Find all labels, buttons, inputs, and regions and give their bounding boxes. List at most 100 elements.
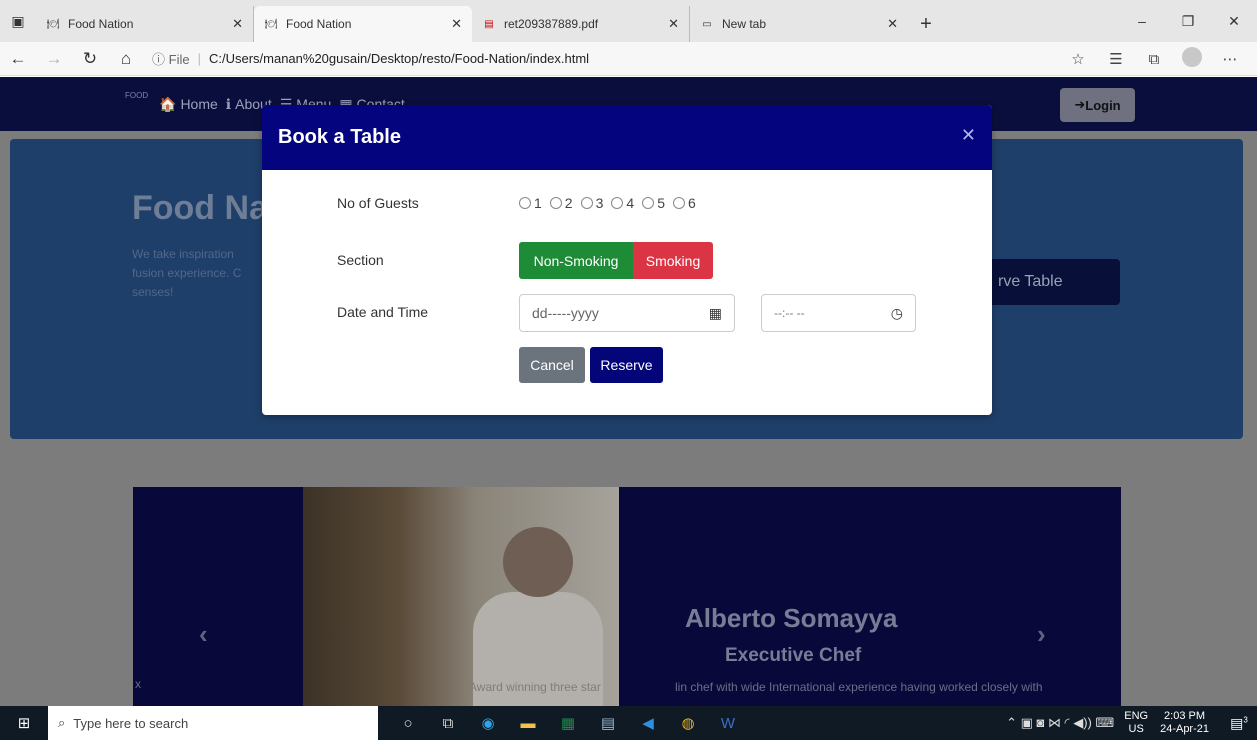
language-indicator[interactable]: ENG US — [1124, 710, 1148, 736]
cancel-button[interactable]: Cancel — [519, 347, 585, 383]
pdf-icon: ▤ — [484, 18, 494, 30]
browser-tab[interactable]: ▤ ret209387889.pdf ✕ — [472, 6, 690, 42]
lang-bottom: US — [1128, 723, 1144, 735]
guest-option-label: 1 — [534, 195, 542, 211]
browser-tab[interactable]: ▭ New tab ✕ — [690, 6, 908, 42]
chrome-icon[interactable]: ◍ — [668, 706, 708, 740]
task-view-icon[interactable]: ⧉ — [428, 706, 468, 740]
app-icon[interactable]: ▤ — [588, 706, 628, 740]
file-explorer-icon[interactable]: ▬ — [508, 706, 548, 740]
clock[interactable]: 2:03 PM 24-Apr-21 — [1160, 710, 1209, 736]
profile-icon[interactable] — [1173, 47, 1211, 71]
window-controls: – ❐ ✕ — [1119, 0, 1257, 42]
refresh-icon[interactable]: ↻ — [72, 49, 108, 69]
scheme-label: File — [168, 52, 190, 67]
hero-description: We take inspiration fusion experience. C… — [132, 245, 262, 302]
search-icon: ⌕ — [58, 715, 66, 730]
guest-option-4[interactable]: 4 — [611, 195, 634, 211]
taskbar-search[interactable]: ⌕ Type here to search — [48, 706, 378, 740]
guest-option-5[interactable]: 5 — [642, 195, 665, 211]
nav-home[interactable]: 🏠 Home — [159, 96, 218, 113]
notification-icon[interactable]: ▤3 — [1221, 715, 1257, 732]
clock-time: 2:03 PM — [1164, 710, 1206, 722]
windows-taskbar: ⊞ ⌕ Type here to search ○ ⧉ ◉ ▬ ▦ ▤ ◀ ◍ … — [0, 706, 1257, 740]
chef-card: Alberto Somayya Executive Chef lin chef … — [675, 487, 1121, 706]
radio-icon[interactable] — [549, 197, 562, 209]
login-button[interactable]: ➜ Login — [1060, 88, 1135, 122]
close-tab-icon[interactable]: ✕ — [232, 16, 243, 32]
lang-top: ENG — [1124, 710, 1149, 722]
restore-icon[interactable]: ❐ — [1165, 0, 1211, 42]
carousel-left-text: x — [135, 677, 141, 691]
new-tab-button[interactable]: + — [908, 6, 944, 42]
home-icon[interactable]: ⌂ — [108, 49, 144, 69]
carousel-next-icon[interactable]: › — [1037, 619, 1046, 650]
favorites-icon[interactable]: ☰ — [1097, 50, 1135, 68]
chef-photo-face — [503, 527, 573, 597]
guests-radio-group: 1 2 3 4 5 6 — [519, 195, 696, 211]
radio-icon[interactable] — [642, 197, 655, 209]
browser-tab-active[interactable]: 🍽 Food Nation ✕ — [254, 6, 472, 42]
url-text: C:/Users/manan%20gusain/Desktop/resto/Fo… — [208, 51, 590, 66]
food-nation-favicon-icon: 🍽 — [46, 18, 60, 30]
date-placeholder: dd-----yyyy — [532, 305, 599, 321]
brand-text: FOOD — [125, 91, 149, 100]
taskbar-apps: ○ ⧉ ◉ ▬ ▦ ▤ ◀ ◍ W — [388, 706, 748, 740]
minimize-icon[interactable]: – — [1119, 0, 1165, 42]
browser-tab[interactable]: 🍽 Food Nation ✕ — [36, 6, 254, 42]
datetime-label: Date and Time — [337, 304, 429, 320]
collections-icon[interactable]: ⧉ — [1135, 51, 1173, 68]
close-icon[interactable]: ✕ — [961, 125, 976, 146]
windows-start-icon[interactable]: ⊞ — [0, 706, 48, 740]
guest-option-3[interactable]: 3 — [580, 195, 603, 211]
more-icon[interactable]: ⋯ — [1211, 50, 1249, 68]
radio-icon[interactable] — [580, 197, 593, 209]
tab-actions-icon[interactable]: ▣ — [0, 0, 36, 42]
login-label: Login — [1085, 97, 1121, 113]
guest-option-6[interactable]: 6 — [672, 195, 696, 211]
home-icon: 🏠 — [159, 95, 177, 112]
guest-option-2[interactable]: 2 — [549, 195, 573, 211]
clock-icon[interactable]: ◷ — [891, 305, 903, 322]
radio-icon[interactable] — [611, 197, 624, 209]
carousel-prev-icon[interactable]: ‹ — [199, 619, 208, 650]
modal-header: Book a Table ✕ — [262, 105, 992, 170]
site-info-icon[interactable]: ⓘ File — [152, 49, 190, 68]
time-input[interactable]: --:-- -- ◷ — [761, 294, 916, 332]
date-input[interactable]: dd-----yyyy ▦ — [519, 294, 735, 332]
reserve-button[interactable]: Reserve — [590, 347, 663, 383]
modal-title: Book a Table — [278, 126, 401, 148]
add-favorite-icon[interactable]: ☆ — [1059, 50, 1097, 68]
close-tab-icon[interactable]: ✕ — [451, 16, 462, 32]
book-table-modal: Book a Table ✕ No of Guests 1 2 3 4 5 6 … — [262, 105, 992, 415]
new-tab-page-icon: ▭ — [702, 18, 712, 30]
chef-description: lin chef with wide International experie… — [675, 680, 1043, 694]
cortana-icon[interactable]: ○ — [388, 706, 428, 740]
vscode-icon[interactable]: ◀ — [628, 706, 668, 740]
close-window-icon[interactable]: ✕ — [1211, 0, 1257, 42]
close-tab-icon[interactable]: ✕ — [887, 16, 898, 32]
back-icon[interactable]: ← — [0, 49, 36, 69]
tray-icons[interactable]: ⌃ ▣ ◙ ⋈ ◜ ◀)) ⌨ — [1006, 715, 1114, 731]
guest-option-1[interactable]: 1 — [519, 195, 542, 211]
smoking-button[interactable]: Smoking — [633, 242, 713, 279]
system-tray: ⌃ ▣ ◙ ⋈ ◜ ◀)) ⌨ ENG US 2:03 PM 24-Apr-21… — [1006, 706, 1257, 740]
login-icon: ➜ — [1074, 97, 1086, 112]
close-tab-icon[interactable]: ✕ — [668, 16, 679, 32]
brand-logo[interactable]: FOOD — [125, 91, 151, 117]
tab-title: Food Nation — [68, 17, 134, 31]
excel-icon[interactable]: ▦ — [548, 706, 588, 740]
forward-icon[interactable]: → — [36, 49, 72, 69]
calendar-icon[interactable]: ▦ — [709, 305, 722, 322]
word-icon[interactable]: W — [708, 706, 748, 740]
guest-option-label: 5 — [657, 195, 665, 211]
radio-icon[interactable] — [519, 197, 531, 209]
non-smoking-button[interactable]: Non-Smoking — [519, 242, 633, 279]
edge-icon[interactable]: ◉ — [468, 706, 508, 740]
chef-photo — [303, 487, 619, 706]
radio-icon[interactable] — [672, 197, 685, 209]
guest-option-label: 4 — [626, 195, 635, 211]
url-field[interactable]: ⓘ File | C:/Users/manan%20gusain/Desktop… — [152, 49, 589, 68]
hero-line: fusion experience. C — [132, 266, 242, 280]
food-nation-favicon-icon: 🍽 — [264, 18, 278, 30]
